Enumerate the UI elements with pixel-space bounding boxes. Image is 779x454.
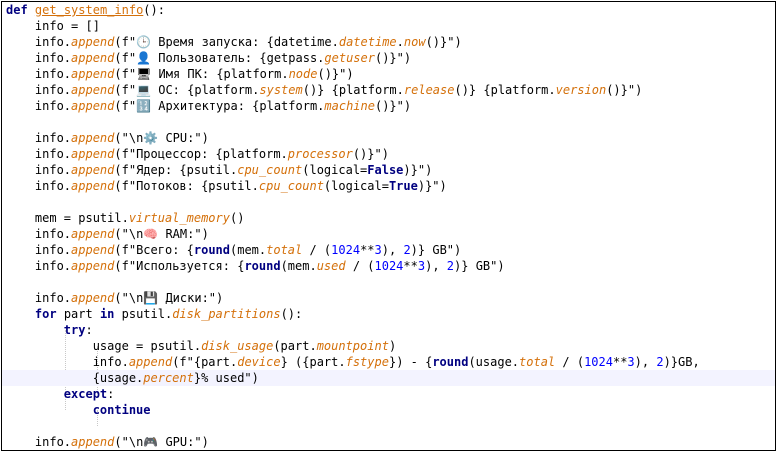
code-line[interactable]: info.append("\n🎮 GPU:") xyxy=(2,434,775,450)
code-line[interactable]: info.append(f"Используется: {round(mem.u… xyxy=(2,258,775,274)
code-line[interactable] xyxy=(2,114,775,130)
code-line[interactable]: info.append("\n🧠 RAM:") xyxy=(2,226,775,242)
code-line[interactable]: info.append(f"Процессор: {platform.proce… xyxy=(2,146,775,162)
code-line[interactable]: info = [] xyxy=(2,18,775,34)
code-line[interactable]: usage = psutil.disk_usage(part.mountpoin… xyxy=(2,338,775,354)
code-line[interactable]: info.append(f"Всего: {round(mem.total / … xyxy=(2,242,775,258)
code-line[interactable]: info.append(f"🖥 Имя ПК: {platform.node()… xyxy=(2,66,775,82)
code-line[interactable]: for part in psutil.disk_partitions(): xyxy=(2,306,775,322)
code-line[interactable]: except: xyxy=(2,386,775,402)
code-line[interactable]: info.append("\n💾 Диски:") xyxy=(2,290,775,306)
code-line[interactable]: def get_system_info(): xyxy=(2,2,775,18)
code-editor-window: def get_system_info(): info = [] info.ap… xyxy=(1,1,776,451)
code-editor[interactable]: def get_system_info(): info = [] info.ap… xyxy=(2,2,775,450)
code-line[interactable]: info.append(f"👤 Пользователь: {getpass.g… xyxy=(2,50,775,66)
code-line[interactable]: info.append(f"🕒 Время запуска: {datetime… xyxy=(2,34,775,50)
code-line[interactable] xyxy=(2,194,775,210)
code-line[interactable]: info.append("\n⚙️ CPU:") xyxy=(2,130,775,146)
code-line[interactable]: continue xyxy=(2,402,775,418)
code-line[interactable] xyxy=(2,418,775,434)
code-line[interactable]: info.append(f"{part.device} ({part.fstyp… xyxy=(2,354,775,370)
code-line[interactable]: info.append(f"🔢 Архитектура: {platform.m… xyxy=(2,98,775,114)
code-line[interactable] xyxy=(2,274,775,290)
code-line[interactable]: try: xyxy=(2,322,775,338)
code-line[interactable]: {usage.percent}% used") xyxy=(2,370,775,386)
code-line[interactable]: mem = psutil.virtual_memory() xyxy=(2,210,775,226)
code-line[interactable]: info.append(f"Потоков: {psutil.cpu_count… xyxy=(2,178,775,194)
code-line[interactable]: info.append(f"Ядер: {psutil.cpu_count(lo… xyxy=(2,162,775,178)
code-line[interactable]: info.append(f"💻 ОС: {platform.system()} … xyxy=(2,82,775,98)
